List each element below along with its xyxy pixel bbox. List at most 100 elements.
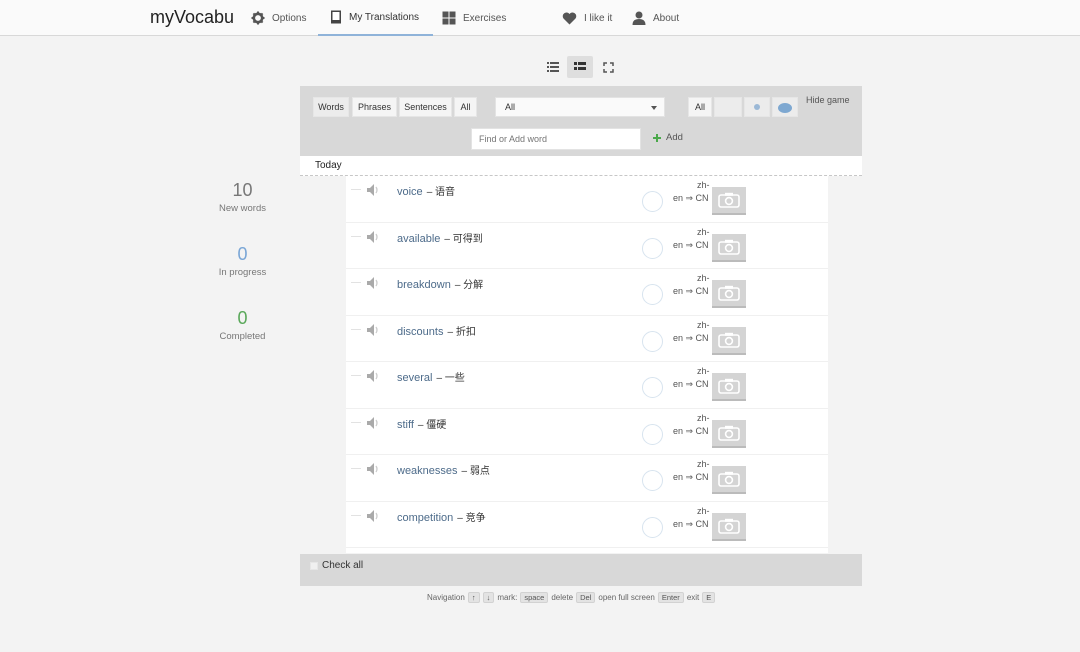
row-word[interactable]: available – 可得到 — [397, 230, 483, 245]
row-lang-pair: en ⇒ CN — [673, 193, 709, 203]
row-lang-pair: en ⇒ CN — [673, 472, 709, 482]
state-new-button[interactable] — [714, 97, 742, 117]
camera-icon[interactable] — [712, 280, 746, 308]
hint-enter-key: Enter — [657, 592, 684, 603]
speaker-icon[interactable] — [364, 368, 380, 384]
camera-icon[interactable] — [712, 187, 746, 215]
row-checkbox[interactable] — [351, 461, 361, 469]
speaker-icon[interactable] — [364, 275, 380, 291]
grid-icon — [442, 11, 456, 25]
row-lang-top: zh- — [697, 273, 710, 283]
speaker-icon[interactable] — [364, 322, 380, 338]
filter-words-button[interactable]: Words — [313, 97, 349, 117]
camera-icon[interactable] — [712, 466, 746, 494]
row-lang-top: zh- — [697, 226, 710, 237]
row-checkbox[interactable] — [351, 322, 361, 330]
state-progress-button[interactable] — [744, 97, 770, 117]
list-item[interactable]: breakdown – 分解 zh- en ⇒ CN — [346, 269, 828, 316]
row-checkbox[interactable] — [351, 508, 361, 516]
arrow-up-key-icon: ↑ — [467, 592, 480, 603]
nav-about[interactable]: About — [632, 0, 679, 36]
progress-circle[interactable] — [642, 516, 663, 538]
progress-circle[interactable] — [642, 470, 663, 491]
group-header: Today — [300, 156, 862, 176]
speaker-icon[interactable] — [364, 415, 380, 431]
row-word[interactable]: competition – 竞争 — [397, 509, 486, 524]
row-checkbox[interactable] — [351, 415, 361, 423]
chevron-down-icon — [651, 106, 657, 110]
check-all-control[interactable]: Check all — [310, 560, 363, 571]
filter-all-types-button[interactable]: All — [454, 97, 477, 117]
row-word[interactable]: discounts – 折扣 — [397, 323, 476, 338]
camera-icon[interactable] — [712, 419, 746, 448]
filter-phrases-button[interactable]: Phrases — [352, 97, 397, 117]
speaker-icon[interactable] — [364, 182, 380, 198]
brand-logo[interactable]: myVocabu — [150, 7, 234, 28]
gear-icon — [251, 11, 265, 25]
heart-icon — [562, 12, 577, 24]
nav-options-label: Options — [272, 12, 307, 24]
progress-circle[interactable] — [642, 377, 663, 398]
stat-in-progress: 0 In progress — [200, 244, 285, 278]
user-icon — [632, 11, 646, 25]
camera-icon[interactable] — [712, 326, 746, 355]
nav-options[interactable]: Options — [251, 0, 306, 36]
filter-sentences-button[interactable]: Sentences — [399, 97, 452, 117]
list-item[interactable]: competition – 竞争 zh- en ⇒ CN — [346, 502, 828, 548]
list-item[interactable]: weaknesses – 弱点 zh- en ⇒ CN — [346, 455, 828, 502]
row-word[interactable]: stiff – 僵硬 — [397, 416, 446, 431]
stat-in-progress-value: 0 — [237, 244, 248, 264]
nav-i-like-it[interactable]: I like it — [562, 0, 612, 36]
check-all-checkbox[interactable] — [310, 561, 318, 570]
detailed-list-view-toggle[interactable] — [567, 56, 593, 78]
nav-exercises[interactable]: Exercises — [442, 0, 506, 36]
row-checkbox[interactable] — [351, 182, 361, 190]
row-word[interactable]: voice – 语音 — [397, 183, 455, 198]
book-icon — [331, 10, 341, 24]
row-checkbox[interactable] — [351, 275, 361, 283]
row-lang-top: zh- — [697, 459, 710, 469]
row-checkbox[interactable] — [351, 229, 361, 237]
camera-icon[interactable] — [712, 233, 746, 262]
fullscreen-view-toggle[interactable] — [595, 56, 621, 78]
category-select[interactable]: All — [495, 97, 665, 117]
stat-in-progress-label: In progress — [218, 267, 267, 278]
cloud-icon — [778, 103, 792, 113]
hint-del-key: Del — [576, 592, 596, 603]
row-lang-top: zh- — [697, 505, 710, 516]
stat-completed-value: 0 — [237, 308, 248, 328]
progress-circle[interactable] — [642, 284, 663, 305]
row-lang-pair: en ⇒ CN — [673, 239, 709, 250]
row-checkbox[interactable] — [351, 368, 361, 376]
list-item[interactable]: stiff – 僵硬 zh- en ⇒ CN — [346, 409, 828, 455]
row-word[interactable]: several – 一些 — [397, 369, 465, 384]
search-input[interactable] — [471, 128, 641, 150]
state-all-button[interactable]: All — [688, 97, 712, 117]
hide-game-link[interactable]: Hide game — [806, 95, 850, 105]
list-item[interactable]: discounts – 折扣 zh- en ⇒ CN — [346, 316, 828, 362]
add-word-button[interactable]: Add — [652, 132, 683, 143]
list-item[interactable]: several – 一些 zh- en ⇒ CN — [346, 362, 828, 409]
speaker-icon[interactable] — [364, 461, 380, 477]
row-lang-top: zh- — [697, 366, 710, 376]
progress-circle[interactable] — [642, 237, 663, 259]
hint-fullscreen-label: open full screen — [598, 593, 655, 602]
list-item[interactable]: voice – 语音 zh- en ⇒ CN — [346, 176, 828, 223]
nav-my-translations[interactable]: My Translations — [318, 0, 433, 36]
progress-circle[interactable] — [642, 423, 663, 445]
stat-completed-label: Completed — [219, 331, 266, 342]
state-completed-button[interactable] — [772, 97, 798, 117]
camera-icon[interactable] — [712, 512, 746, 541]
hint-exit-label: exit — [686, 593, 700, 602]
speaker-icon[interactable] — [364, 508, 380, 524]
list-view-toggle[interactable] — [540, 56, 566, 78]
hint-navigation-label: Navigation — [427, 593, 465, 602]
keyboard-hints: Navigation ↑ ↓ mark: space delete Del op… — [427, 592, 718, 603]
progress-circle[interactable] — [642, 330, 663, 352]
speaker-icon[interactable] — [364, 229, 380, 245]
list-item[interactable]: available – 可得到 zh- en ⇒ CN — [346, 223, 828, 269]
row-word[interactable]: breakdown – 分解 — [397, 276, 483, 291]
progress-circle[interactable] — [642, 191, 663, 212]
row-word[interactable]: weaknesses – 弱点 — [397, 462, 490, 477]
camera-icon[interactable] — [712, 373, 746, 401]
